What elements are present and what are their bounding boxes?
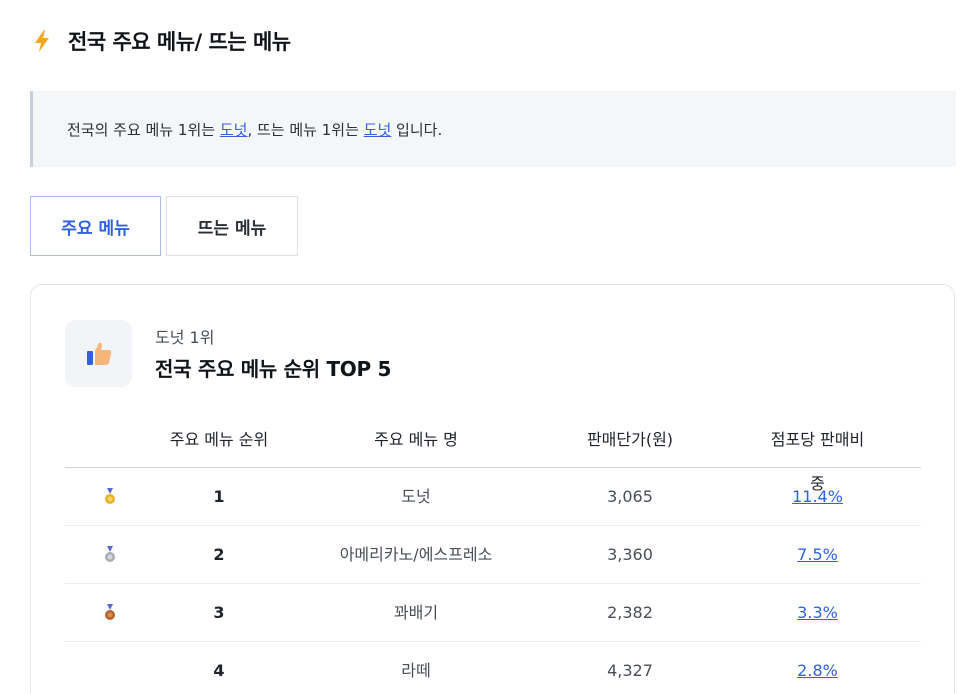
table-row: 3 꽈배기 2,382 3.3% bbox=[65, 584, 921, 642]
header-name: 주요 메뉴 명 bbox=[374, 430, 458, 449]
section-header: 전국 주요 메뉴/ 뜨는 메뉴 bbox=[32, 26, 291, 56]
notice-middle: , 뜨는 메뉴 1위는 bbox=[247, 120, 359, 139]
ranking-table: 주요 메뉴 순위 주요 메뉴 명 판매단가(원) 점포당 판매비중 1 도넛 3… bbox=[65, 418, 921, 694]
table-row: 1 도넛 3,065 11.4% bbox=[65, 468, 921, 526]
menu-name-cell: 아메리카노/에스프레소 bbox=[339, 545, 493, 564]
gold-medal-icon bbox=[95, 468, 125, 526]
share-link[interactable]: 2.8% bbox=[797, 661, 838, 680]
table-row: 4 라떼 4,327 2.8% bbox=[65, 642, 921, 694]
section-title: 전국 주요 메뉴/ 뜨는 메뉴 bbox=[68, 30, 291, 54]
price-cell: 3,360 bbox=[607, 545, 653, 564]
notice-prefix: 전국의 주요 메뉴 1위는 bbox=[67, 120, 216, 139]
tab-hot-menu[interactable]: 뜨는 메뉴 bbox=[166, 196, 298, 256]
share-link[interactable]: 11.4% bbox=[792, 487, 843, 506]
silver-medal-icon bbox=[95, 526, 125, 584]
card-subtitle: 도넛 1위 bbox=[155, 328, 215, 347]
table-header: 주요 메뉴 순위 주요 메뉴 명 판매단가(원) 점포당 판매비중 bbox=[65, 418, 921, 493]
card-title: 전국 주요 메뉴 순위 TOP 5 bbox=[155, 357, 392, 381]
tab-main-menu[interactable]: 주요 메뉴 bbox=[30, 196, 161, 256]
rank-cell: 1 bbox=[213, 487, 225, 506]
hot-menu-top-link[interactable]: 도넛 bbox=[364, 119, 392, 140]
notice-suffix: 입니다. bbox=[396, 120, 443, 139]
menu-name-cell: 꽈배기 bbox=[393, 603, 439, 622]
share-link[interactable]: 7.5% bbox=[797, 545, 838, 564]
header-price: 판매단가(원) bbox=[586, 430, 674, 449]
header-share: 점포당 판매비중 bbox=[770, 430, 865, 493]
thumbs-up-icon bbox=[65, 320, 132, 387]
menu-name-cell: 도넛 bbox=[401, 487, 431, 506]
summary-notice: 전국의 주요 메뉴 1위는 도넛, 뜨는 메뉴 1위는 도넛 입니다. bbox=[30, 91, 956, 167]
price-cell: 2,382 bbox=[607, 603, 653, 622]
rank-cell: 4 bbox=[213, 661, 225, 680]
ranking-card: 도넛 1위 전국 주요 메뉴 순위 TOP 5 주요 메뉴 순위 주요 메뉴 명… bbox=[30, 284, 955, 694]
price-cell: 3,065 bbox=[607, 487, 653, 506]
share-cell: 2.8% bbox=[765, 642, 870, 694]
main-menu-top-link[interactable]: 도넛 bbox=[220, 119, 248, 140]
menu-name-cell: 라떼 bbox=[401, 661, 431, 680]
share-cell: 7.5% bbox=[765, 526, 870, 584]
table-row: 2 아메리카노/에스프레소 3,360 7.5% bbox=[65, 526, 921, 584]
share-cell: 11.4% bbox=[765, 468, 870, 526]
price-cell: 4,327 bbox=[607, 661, 653, 680]
header-rank: 주요 메뉴 순위 bbox=[169, 430, 269, 449]
share-link[interactable]: 3.3% bbox=[797, 603, 838, 622]
bronze-medal-icon bbox=[95, 584, 125, 642]
rank-cell: 3 bbox=[213, 603, 225, 622]
rank-cell: 2 bbox=[213, 545, 225, 564]
share-cell: 3.3% bbox=[765, 584, 870, 642]
medal-placeholder bbox=[95, 642, 125, 694]
lightning-icon bbox=[35, 30, 49, 52]
